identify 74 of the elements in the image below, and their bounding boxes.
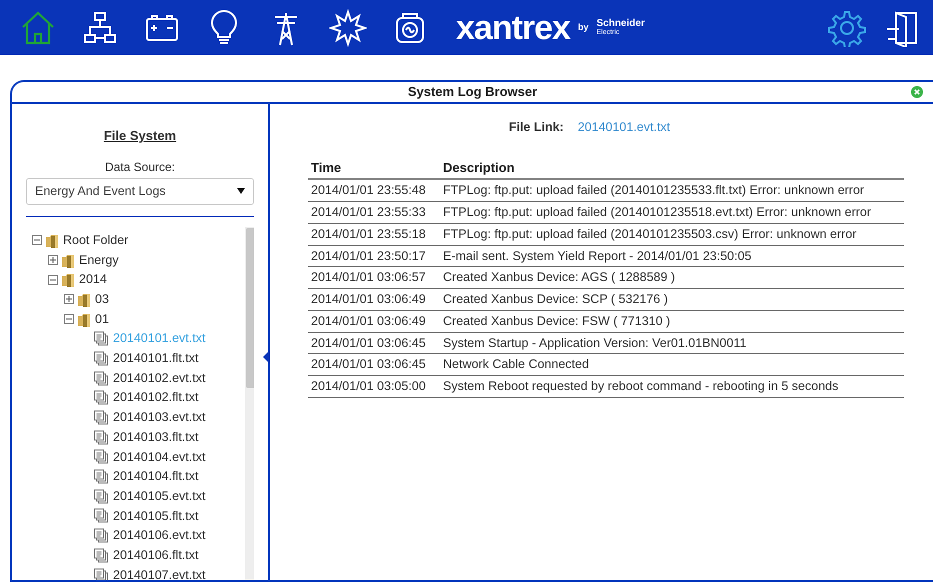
data-source-dropdown[interactable]: Energy And Event Logs bbox=[26, 178, 254, 204]
collapse-icon[interactable] bbox=[32, 235, 42, 246]
scrollbar[interactable] bbox=[245, 226, 254, 580]
document-icon bbox=[93, 548, 109, 563]
document-icon bbox=[93, 488, 109, 504]
table-cell: 2014/01/01 23:55:33 bbox=[308, 202, 440, 224]
panel-title: System Log Browser bbox=[408, 83, 538, 102]
document-icon bbox=[93, 331, 109, 346]
table-cell: Created Xanbus Device: AGS ( 1288589 ) bbox=[440, 266, 904, 288]
table-cell: 2014/01/01 03:05:00 bbox=[308, 376, 440, 398]
document-icon bbox=[93, 350, 109, 366]
document-icon bbox=[93, 410, 109, 426]
table-cell: 2014/01/01 03:06:45 bbox=[308, 332, 440, 354]
tree-item[interactable]: 20140102.evt.txt bbox=[112, 368, 206, 388]
document-icon bbox=[93, 390, 109, 406]
expand-icon[interactable] bbox=[64, 294, 74, 304]
table-cell: 2014/01/01 23:55:48 bbox=[308, 179, 440, 202]
document-icon bbox=[93, 508, 109, 524]
sun-button[interactable] bbox=[328, 8, 368, 48]
table-cell: Created Xanbus Device: SCP ( 532176 ) bbox=[440, 288, 904, 310]
collapse-panel-icon[interactable] bbox=[263, 350, 270, 364]
caret-icon bbox=[237, 188, 245, 194]
document-icon bbox=[93, 568, 109, 580]
table-cell: Network Cable Connected bbox=[440, 354, 904, 376]
table-cell: 2014/01/01 23:50:17 bbox=[308, 245, 440, 267]
tree-item[interactable]: 20140107.evt.txt bbox=[112, 566, 206, 580]
document-icon bbox=[93, 430, 109, 445]
folder-icon bbox=[61, 252, 75, 268]
logo-by-text: by bbox=[578, 20, 588, 34]
table-cell: 2014/01/01 03:06:57 bbox=[308, 266, 440, 288]
document-icon bbox=[93, 528, 109, 544]
table-cell: System Reboot requested by reboot command - rebooting in 5 seconds bbox=[440, 376, 904, 398]
folder-icon bbox=[45, 232, 59, 248]
document-icon bbox=[93, 449, 109, 464]
tree-item[interactable]: 20140103.evt.txt bbox=[112, 408, 206, 427]
file-system-heading: File System bbox=[102, 127, 178, 145]
tree-item[interactable]: 20140106.evt.txt bbox=[112, 526, 206, 546]
tree-item[interactable]: Root Folder bbox=[62, 230, 130, 250]
table-cell: 2014/01/01 23:55:18 bbox=[308, 223, 440, 245]
collapse-icon[interactable] bbox=[64, 314, 74, 324]
data-source-label: Data Source: bbox=[104, 158, 176, 176]
tree-item[interactable]: 2014 bbox=[78, 270, 108, 290]
tree-item[interactable]: Energy bbox=[78, 250, 120, 270]
tree-item[interactable]: 20140102.flt.txt bbox=[112, 388, 200, 408]
table-cell: FTPLog: ftp.put: upload failed (20140101235533.flt.txt) Error: unknown error bbox=[440, 179, 904, 202]
file-link-label: File Link: bbox=[508, 120, 564, 134]
column-header: Description bbox=[440, 156, 904, 180]
tree-item[interactable]: 20140105.evt.txt bbox=[112, 486, 206, 506]
table-cell: E-mail sent. System Yield Report - 2014/01/01 23:50:05 bbox=[440, 245, 904, 267]
document-icon bbox=[93, 469, 109, 484]
tree-item[interactable]: 20140101.flt.txt bbox=[112, 349, 200, 368]
close-icon[interactable] bbox=[911, 86, 923, 98]
folder-icon bbox=[61, 272, 75, 288]
tree-item[interactable]: 20140103.flt.txt bbox=[112, 428, 200, 447]
tree-item[interactable]: 03 bbox=[94, 290, 110, 309]
table-cell: 2014/01/01 03:06:45 bbox=[308, 354, 440, 376]
table-cell: FTPLog: ftp.put: upload failed (20140101235518.evt.txt) Error: unknown error bbox=[440, 202, 904, 224]
tree-item[interactable]: 20140106.flt.txt bbox=[112, 546, 200, 565]
table-cell: System Startup - Application Version: Ver01.01BN0011 bbox=[440, 332, 904, 354]
collapse-icon[interactable] bbox=[48, 274, 58, 285]
folder-icon bbox=[77, 292, 91, 307]
tree-item[interactable]: 20140104.flt.txt bbox=[112, 467, 200, 486]
tree-item[interactable]: 01 bbox=[94, 310, 110, 328]
brand-logo-text: xantrex bbox=[456, 10, 570, 44]
table-cell: Created Xanbus Device: FSW ( 771310 ) bbox=[440, 310, 904, 332]
tree-item[interactable]: 20140104.evt.txt bbox=[112, 448, 206, 466]
column-header: Time bbox=[308, 156, 440, 180]
table-cell: FTPLog: ftp.put: upload failed (20140101235503.csv) Error: unknown error bbox=[440, 223, 904, 245]
table-cell: 2014/01/01 03:06:49 bbox=[308, 288, 440, 310]
document-icon bbox=[93, 370, 109, 386]
folder-icon bbox=[77, 312, 91, 327]
expand-icon[interactable] bbox=[48, 255, 58, 266]
tree-item[interactable]: 20140105.flt.txt bbox=[112, 506, 200, 526]
table-cell: 2014/01/01 03:06:49 bbox=[308, 310, 440, 332]
